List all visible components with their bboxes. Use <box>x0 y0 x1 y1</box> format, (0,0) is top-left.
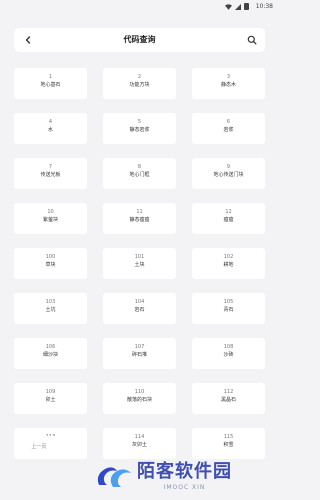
code-card[interactable]: 8 地心门框 <box>103 158 176 189</box>
code-card[interactable]: 5 静态岩浆 <box>103 113 176 144</box>
code-name: 卯土 <box>45 397 56 403</box>
code-name: 水 <box>47 127 53 133</box>
code-name: 耕地 <box>223 262 234 268</box>
code-name: 静态木 <box>220 82 236 88</box>
code-number: 5 <box>137 119 142 125</box>
code-number: 108 <box>223 344 234 350</box>
code-name: 功能方块 <box>129 82 150 88</box>
code-number: 110 <box>134 389 145 395</box>
code-number: 103 <box>45 299 56 305</box>
code-name: 青石 <box>223 307 234 313</box>
header-bar: 代码查询 <box>14 28 265 52</box>
code-name: 地心基石 <box>40 82 61 88</box>
code-number: 104 <box>134 299 145 305</box>
code-name: 碎石堆 <box>131 352 147 358</box>
code-card[interactable]: 102 耕地 <box>192 248 265 279</box>
signal-icon <box>235 3 241 10</box>
code-name: 岩石 <box>134 307 145 313</box>
code-name: 土块 <box>134 262 145 268</box>
code-number: 9 <box>226 164 231 170</box>
code-card[interactable]: 7 传送光板 <box>14 158 87 189</box>
code-number: 105 <box>223 299 234 305</box>
code-card[interactable]: 106 细沙块 <box>14 338 87 369</box>
code-number: 3 <box>226 74 231 80</box>
code-number: 4 <box>48 119 53 125</box>
code-number: 2 <box>137 74 142 80</box>
watermark-logo-icon <box>97 467 131 487</box>
code-name: 地心门框 <box>129 172 150 178</box>
code-card[interactable]: 12 瘟瘟 <box>192 203 265 234</box>
code-card[interactable]: 107 碎石堆 <box>103 338 176 369</box>
code-name: 细沙块 <box>42 352 58 358</box>
watermark-subtext: IMOOC XIN <box>163 483 206 491</box>
battery-icon <box>244 3 249 10</box>
prev-page-button[interactable]: 上一页 <box>14 436 64 458</box>
page-title: 代码查询 <box>123 35 156 44</box>
code-number: 107 <box>134 344 145 350</box>
code-name: 紫萤块 <box>42 217 58 223</box>
code-card[interactable]: 9 地心传送门块 <box>192 158 265 189</box>
code-name: 草块 <box>45 262 56 268</box>
code-name: 静态岩浆 <box>129 127 150 133</box>
code-card[interactable]: 108 沙砖 <box>192 338 265 369</box>
status-icons <box>225 3 249 10</box>
code-number: 106 <box>45 344 56 350</box>
code-number: 101 <box>134 254 145 260</box>
code-card[interactable]: 11 静态瘟瘟 <box>103 203 176 234</box>
code-number: 12 <box>225 209 232 215</box>
code-name: 土坑 <box>45 307 56 313</box>
code-name: 散落的石块 <box>126 397 152 403</box>
wifi-icon <box>225 3 232 10</box>
code-number: 8 <box>137 164 142 170</box>
watermark-text: 陌客软件园 <box>137 460 232 482</box>
code-card[interactable]: 105 青石 <box>192 293 265 324</box>
code-number: 10 <box>47 209 54 215</box>
status-bar: 10:38 <box>0 0 279 14</box>
watermark: 陌客软件园 IMOOC XIN <box>95 452 279 500</box>
code-number: 102 <box>223 254 234 260</box>
code-name: 瘟瘟 <box>223 217 234 223</box>
code-card[interactable]: 110 散落的石块 <box>103 383 176 414</box>
code-number: 1 <box>48 74 53 80</box>
code-number: 109 <box>45 389 56 395</box>
code-number: 7 <box>48 164 53 170</box>
status-time: 10:38 <box>255 3 273 10</box>
code-name: 地心传送门块 <box>213 172 244 178</box>
code-card[interactable]: 10 紫萤块 <box>14 203 87 234</box>
code-card[interactable]: 109 卯土 <box>14 383 87 414</box>
code-number: 112 <box>223 389 234 395</box>
code-number: 6 <box>226 119 231 125</box>
code-card[interactable]: 101 土块 <box>103 248 176 279</box>
code-card[interactable]: 2 功能方块 <box>103 68 176 99</box>
code-card[interactable]: 104 岩石 <box>103 293 176 324</box>
code-name: 岩浆 <box>223 127 234 133</box>
code-card[interactable]: 100 草块 <box>14 248 87 279</box>
code-name: 静态瘟瘟 <box>129 217 150 223</box>
code-card[interactable]: 103 土坑 <box>14 293 87 324</box>
code-number: 100 <box>45 254 56 260</box>
code-number: 11 <box>136 209 143 215</box>
code-name: 黑晶石 <box>220 397 236 403</box>
code-card[interactable]: 112 黑晶石 <box>192 383 265 414</box>
code-card[interactable]: 1 地心基石 <box>14 68 87 99</box>
search-icon[interactable] <box>247 35 257 45</box>
code-card[interactable]: 3 静态木 <box>192 68 265 99</box>
code-name: 沙砖 <box>223 352 234 358</box>
code-grid: 1 地心基石 2 功能方块 3 静态木 4 水 5 静态岩浆 6 岩浆 7 传送光板 8 地心门框 9 地心传送门… <box>14 68 265 459</box>
code-name: 传送光板 <box>40 172 61 178</box>
code-card[interactable]: 6 岩浆 <box>192 113 265 144</box>
code-card[interactable]: 4水 <box>14 113 87 144</box>
